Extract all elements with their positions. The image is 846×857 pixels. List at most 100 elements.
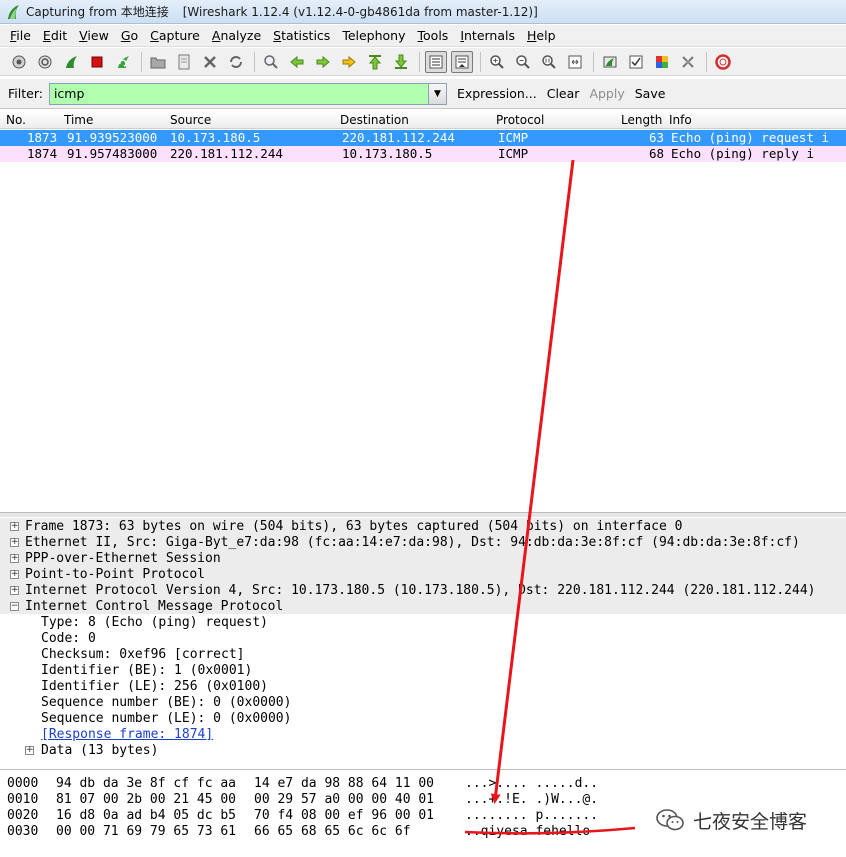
- detail-field[interactable]: Type: 8 (Echo (ping) request): [0, 614, 846, 630]
- detail-ip[interactable]: + Internet Protocol Version 4, Src: 10.1…: [0, 582, 846, 598]
- preferences-icon: [682, 55, 694, 68]
- detail-icmp[interactable]: − Internet Control Message Protocol: [0, 598, 846, 614]
- detail-data[interactable]: + Data (13 bytes): [0, 742, 846, 758]
- menu-telephony[interactable]: Telephony: [336, 28, 411, 43]
- display-filters-button[interactable]: [625, 51, 647, 73]
- apply-filter-button[interactable]: Apply: [589, 86, 624, 101]
- col-header-source[interactable]: Source: [170, 113, 211, 127]
- col-header-no[interactable]: No.: [6, 113, 26, 127]
- filter-bar: Filter: ▼ Expression... Clear Apply Save: [0, 79, 846, 109]
- menu-file[interactable]: File: [4, 28, 37, 43]
- packet-row[interactable]: 1873 91.939523000 10.173.180.5 220.181.1…: [0, 130, 846, 146]
- response-frame-link[interactable]: [Response frame: 1874]: [0, 726, 846, 742]
- menu-tools[interactable]: Tools: [412, 28, 455, 43]
- detail-field[interactable]: Identifier (LE): 256 (0x0100): [0, 678, 846, 694]
- bytes-ascii: ........ p.......: [465, 808, 599, 823]
- detail-field[interactable]: Identifier (BE): 1 (0x0001): [0, 662, 846, 678]
- packet-no: 1873: [27, 130, 58, 145]
- close-file-button[interactable]: [199, 51, 221, 73]
- detail-ppp[interactable]: + Point-to-Point Protocol: [0, 566, 846, 582]
- resize-columns-button[interactable]: [564, 51, 586, 73]
- zoom-in-button[interactable]: [486, 51, 508, 73]
- packet-protocol: ICMP: [498, 130, 529, 145]
- detail-field[interactable]: Checksum: 0xef96 [correct]: [0, 646, 846, 662]
- filter-history-dropdown[interactable]: ▼: [428, 82, 447, 105]
- expand-icon[interactable]: +: [10, 553, 19, 563]
- packet-list-header: No. Time Source Destination Protocol Len…: [0, 111, 846, 129]
- expand-icon[interactable]: +: [10, 569, 19, 579]
- find-icon: [264, 54, 278, 69]
- expand-icon[interactable]: +: [10, 585, 19, 595]
- menu-view[interactable]: View: [73, 28, 115, 43]
- restart-capture-button[interactable]: [112, 51, 134, 73]
- colorize-button[interactable]: [425, 50, 447, 73]
- packet-details-pane[interactable]: + Frame 1873: 63 bytes on wire (504 bits…: [0, 517, 846, 770]
- detail-frame[interactable]: + Frame 1873: 63 bytes on wire (504 bits…: [0, 518, 846, 534]
- menu-go[interactable]: Go: [115, 28, 144, 43]
- go-back-button[interactable]: [286, 51, 308, 73]
- interfaces-button[interactable]: [8, 51, 30, 73]
- zoom-out-button[interactable]: [512, 51, 534, 73]
- reload-button[interactable]: [225, 51, 247, 73]
- menu-help[interactable]: Help: [521, 28, 562, 43]
- open-file-button[interactable]: [147, 51, 169, 73]
- save-file-button[interactable]: [173, 51, 195, 73]
- menu-edit[interactable]: Edit: [37, 28, 73, 43]
- packet-length: 63: [649, 130, 665, 145]
- capture-filters-button[interactable]: [599, 51, 621, 73]
- display-filter-input[interactable]: [48, 82, 429, 105]
- find-button[interactable]: [260, 51, 282, 73]
- auto-scroll-button[interactable]: [451, 50, 473, 73]
- bytes-offset: 0000: [7, 776, 39, 791]
- menu-capture[interactable]: Capture: [144, 28, 206, 43]
- expression-button[interactable]: Expression...: [457, 86, 537, 101]
- zoom-normal-button[interactable]: [538, 51, 560, 73]
- expand-icon[interactable]: +: [25, 745, 34, 755]
- go-back-icon: [290, 55, 304, 68]
- collapse-icon[interactable]: −: [10, 601, 19, 611]
- options-button[interactable]: [34, 51, 56, 73]
- toolbar-separator: [593, 51, 594, 72]
- detail-ethernet[interactable]: + Ethernet II, Src: Giga-Byt_e7:da:98 (f…: [0, 534, 846, 550]
- expand-icon[interactable]: +: [10, 537, 19, 547]
- stop-capture-button[interactable]: [86, 51, 108, 73]
- bytes-hex: 00 00 71 69 79 65 73 61: [56, 824, 237, 839]
- help-button[interactable]: [712, 51, 734, 73]
- detail-pppoe[interactable]: + PPP-over-Ethernet Session: [0, 550, 846, 566]
- expand-icon[interactable]: +: [10, 521, 19, 531]
- zoom-normal-icon: [542, 54, 556, 69]
- col-header-length[interactable]: Length: [621, 113, 662, 127]
- toolbar-separator: [706, 51, 707, 72]
- go-last-icon: [394, 54, 408, 69]
- options-icon: [38, 55, 52, 68]
- preferences-button[interactable]: [677, 51, 699, 73]
- menu-analyze[interactable]: Analyze: [206, 28, 267, 43]
- menu-statistics[interactable]: Statistics: [267, 28, 336, 43]
- go-forward-button[interactable]: [312, 51, 334, 73]
- go-first-button[interactable]: [364, 51, 386, 73]
- col-header-protocol[interactable]: Protocol: [496, 113, 544, 127]
- detail-field[interactable]: Sequence number (LE): 0 (0x0000): [0, 710, 846, 726]
- bytes-hex: 16 d8 0a ad b4 05 dc b5: [56, 808, 237, 823]
- bytes-ascii: ...+.!E. .)W...@.: [465, 792, 599, 807]
- resize-columns-icon: [568, 55, 582, 68]
- go-first-icon: [368, 54, 382, 69]
- save-filter-button[interactable]: Save: [635, 86, 666, 101]
- detail-field[interactable]: Sequence number (BE): 0 (0x0000): [0, 694, 846, 710]
- col-header-info[interactable]: Info: [669, 113, 692, 127]
- packet-time: 91.939523000: [67, 130, 158, 145]
- menu-internals[interactable]: Internals: [454, 28, 521, 43]
- go-to-packet-button[interactable]: [338, 51, 360, 73]
- bytes-offset: 0030: [7, 824, 39, 839]
- packet-row[interactable]: 1874 91.957483000 220.181.112.244 10.173…: [0, 146, 846, 162]
- go-last-button[interactable]: [390, 51, 412, 73]
- detail-field[interactable]: Code: 0: [0, 630, 846, 646]
- col-header-destination[interactable]: Destination: [340, 113, 409, 127]
- watermark-text: 七夜安全博客: [693, 810, 808, 833]
- start-capture-button[interactable]: [60, 51, 82, 73]
- packet-list-pane[interactable]: No. Time Source Destination Protocol Len…: [0, 111, 846, 513]
- coloring-rules-button[interactable]: [651, 51, 673, 73]
- col-header-time[interactable]: Time: [64, 113, 93, 127]
- stop-capture-icon: [91, 56, 103, 67]
- clear-filter-button[interactable]: Clear: [547, 86, 580, 101]
